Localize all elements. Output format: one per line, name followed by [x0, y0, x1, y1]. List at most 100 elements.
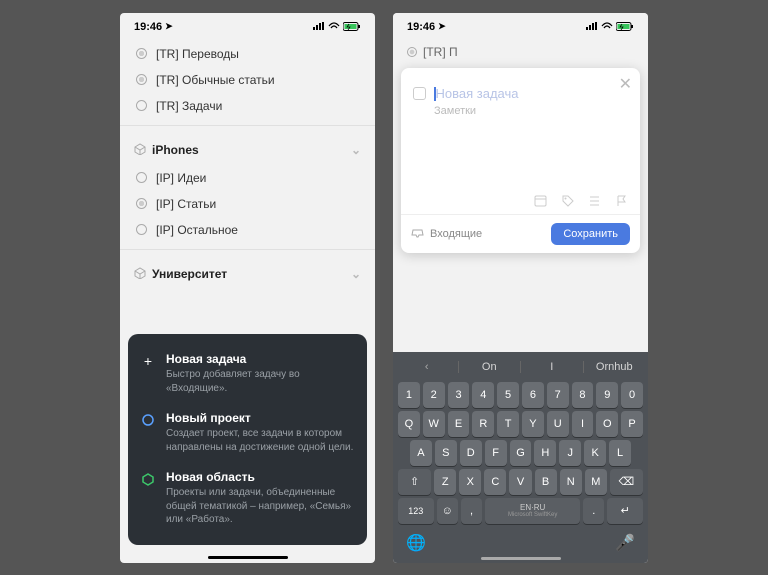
plus-icon: + — [140, 353, 156, 369]
project-icon — [140, 412, 156, 428]
section-label: iPhones — [152, 143, 199, 157]
item-label: [TR] Переводы — [156, 47, 239, 61]
flag-icon[interactable] — [615, 194, 628, 210]
key-x[interactable]: X — [459, 469, 481, 495]
key-9[interactable]: 9 — [596, 382, 618, 408]
list-item[interactable]: [IP] Статьи — [120, 191, 375, 217]
key-f[interactable]: F — [485, 440, 507, 466]
tag-icon[interactable] — [561, 194, 574, 210]
task-checkbox[interactable] — [413, 87, 426, 100]
key-v[interactable]: V — [509, 469, 531, 495]
phone-left: 19:46 ➤ [TR] Переводы [TR] Обычные стать… — [120, 13, 375, 563]
box-icon — [134, 267, 146, 282]
key-m[interactable]: M — [585, 469, 607, 495]
keyboard-bottom-bar: 🌐 🎤 — [396, 527, 645, 553]
section-header-iphones[interactable]: iPhones ⌄ — [120, 136, 375, 165]
key-o[interactable]: O — [596, 411, 618, 437]
key-d[interactable]: D — [460, 440, 482, 466]
checklist-icon[interactable] — [588, 194, 601, 210]
key-4[interactable]: 4 — [472, 382, 494, 408]
key-p[interactable]: P — [621, 411, 643, 437]
list-item[interactable]: [IP] Остальное — [120, 217, 375, 243]
key-u[interactable]: U — [547, 411, 569, 437]
key-t[interactable]: T — [497, 411, 519, 437]
section-header-university[interactable]: Университет ⌄ — [120, 260, 375, 289]
home-indicator[interactable] — [481, 557, 561, 560]
action-title: Новый проект — [166, 411, 355, 425]
target-icon — [134, 73, 148, 87]
key-q[interactable]: Q — [398, 411, 420, 437]
backspace-key[interactable]: ⌫ — [610, 469, 643, 495]
space-brand-label: Microsoft SwiftKey — [508, 512, 557, 518]
list-item[interactable]: [TR] Обычные статьи — [120, 67, 375, 93]
circle-icon — [134, 223, 148, 237]
key-1[interactable]: 1 — [398, 382, 420, 408]
key-2[interactable]: 2 — [423, 382, 445, 408]
key-5[interactable]: 5 — [497, 382, 519, 408]
key-row-bottom: 123 ☺ , EN·RU Microsoft SwiftKey . ↵ — [398, 498, 643, 524]
period-key[interactable]: . — [583, 498, 604, 524]
key-a[interactable]: A — [410, 440, 432, 466]
key-k[interactable]: K — [584, 440, 606, 466]
save-button[interactable]: Сохранить — [551, 223, 630, 245]
key-j[interactable]: J — [559, 440, 581, 466]
key-i[interactable]: I — [572, 411, 594, 437]
list-item[interactable]: [TR] Переводы — [120, 41, 375, 67]
task-title-placeholder: Новая задача — [436, 86, 519, 101]
key-z[interactable]: Z — [434, 469, 456, 495]
calendar-icon[interactable] — [534, 194, 547, 210]
close-icon[interactable]: ✕ — [619, 74, 632, 94]
item-label: [TR] Обычные статьи — [156, 73, 275, 87]
new-task-modal: ✕ Новая задача Заметки Входящие Сохранит… — [401, 68, 640, 253]
list-item[interactable]: [TR] Задачи — [120, 93, 375, 119]
area-icon — [140, 471, 156, 487]
section-label: Университет — [152, 267, 227, 281]
key-r[interactable]: R — [472, 411, 494, 437]
key-3[interactable]: 3 — [448, 382, 470, 408]
action-desc: Создает проект, все задачи в котором нап… — [166, 427, 355, 454]
key-w[interactable]: W — [423, 411, 445, 437]
enter-key[interactable]: ↵ — [607, 498, 643, 524]
mic-icon[interactable]: 🎤 — [615, 533, 635, 553]
inbox-label: Входящие — [430, 228, 482, 240]
key-0[interactable]: 0 — [621, 382, 643, 408]
spacebar-key[interactable]: EN·RU Microsoft SwiftKey — [485, 498, 580, 524]
globe-icon[interactable]: 🌐 — [406, 533, 426, 553]
home-indicator[interactable] — [208, 556, 288, 559]
key-g[interactable]: G — [510, 440, 532, 466]
suggestion[interactable]: On — [459, 361, 522, 373]
item-label: [IP] Статьи — [156, 197, 216, 211]
location-icon: ➤ — [438, 21, 446, 32]
suggestion[interactable]: I — [521, 361, 584, 373]
notes-input[interactable]: Заметки — [434, 105, 628, 117]
target-icon — [134, 47, 148, 61]
action-new-project[interactable]: Новый проект Создает проект, все задачи … — [140, 403, 355, 462]
action-new-task[interactable]: + Новая задача Быстро добавляет задачу в… — [140, 344, 355, 403]
key-y[interactable]: Y — [522, 411, 544, 437]
emoji-key[interactable]: ☺ — [437, 498, 458, 524]
key-e[interactable]: E — [448, 411, 470, 437]
key-n[interactable]: N — [560, 469, 582, 495]
key-8[interactable]: 8 — [572, 382, 594, 408]
key-b[interactable]: B — [535, 469, 557, 495]
comma-key[interactable]: , — [461, 498, 482, 524]
key-c[interactable]: C — [484, 469, 506, 495]
shift-key[interactable]: ⇧ — [398, 469, 431, 495]
action-new-area[interactable]: Новая область Проекты или задачи, объеди… — [140, 462, 355, 535]
status-icons — [313, 22, 361, 31]
key-s[interactable]: S — [435, 440, 457, 466]
key-l[interactable]: L — [609, 440, 631, 466]
chevron-down-icon[interactable]: ⌄ — [351, 267, 361, 281]
status-bar: 19:46 ➤ — [120, 13, 375, 41]
list-item[interactable]: [IP] Идеи — [120, 165, 375, 191]
key-6[interactable]: 6 — [522, 382, 544, 408]
suggestion-chevron-icon[interactable]: ‹ — [396, 361, 459, 373]
key-h[interactable]: H — [534, 440, 556, 466]
symbols-key[interactable]: 123 — [398, 498, 434, 524]
chevron-down-icon[interactable]: ⌄ — [351, 143, 361, 157]
suggestion[interactable]: Ornhub — [584, 361, 646, 373]
key-7[interactable]: 7 — [547, 382, 569, 408]
task-title-input[interactable]: Новая задача — [434, 86, 518, 102]
inbox-picker[interactable]: Входящие — [411, 227, 482, 240]
task-toolbar — [401, 188, 640, 214]
